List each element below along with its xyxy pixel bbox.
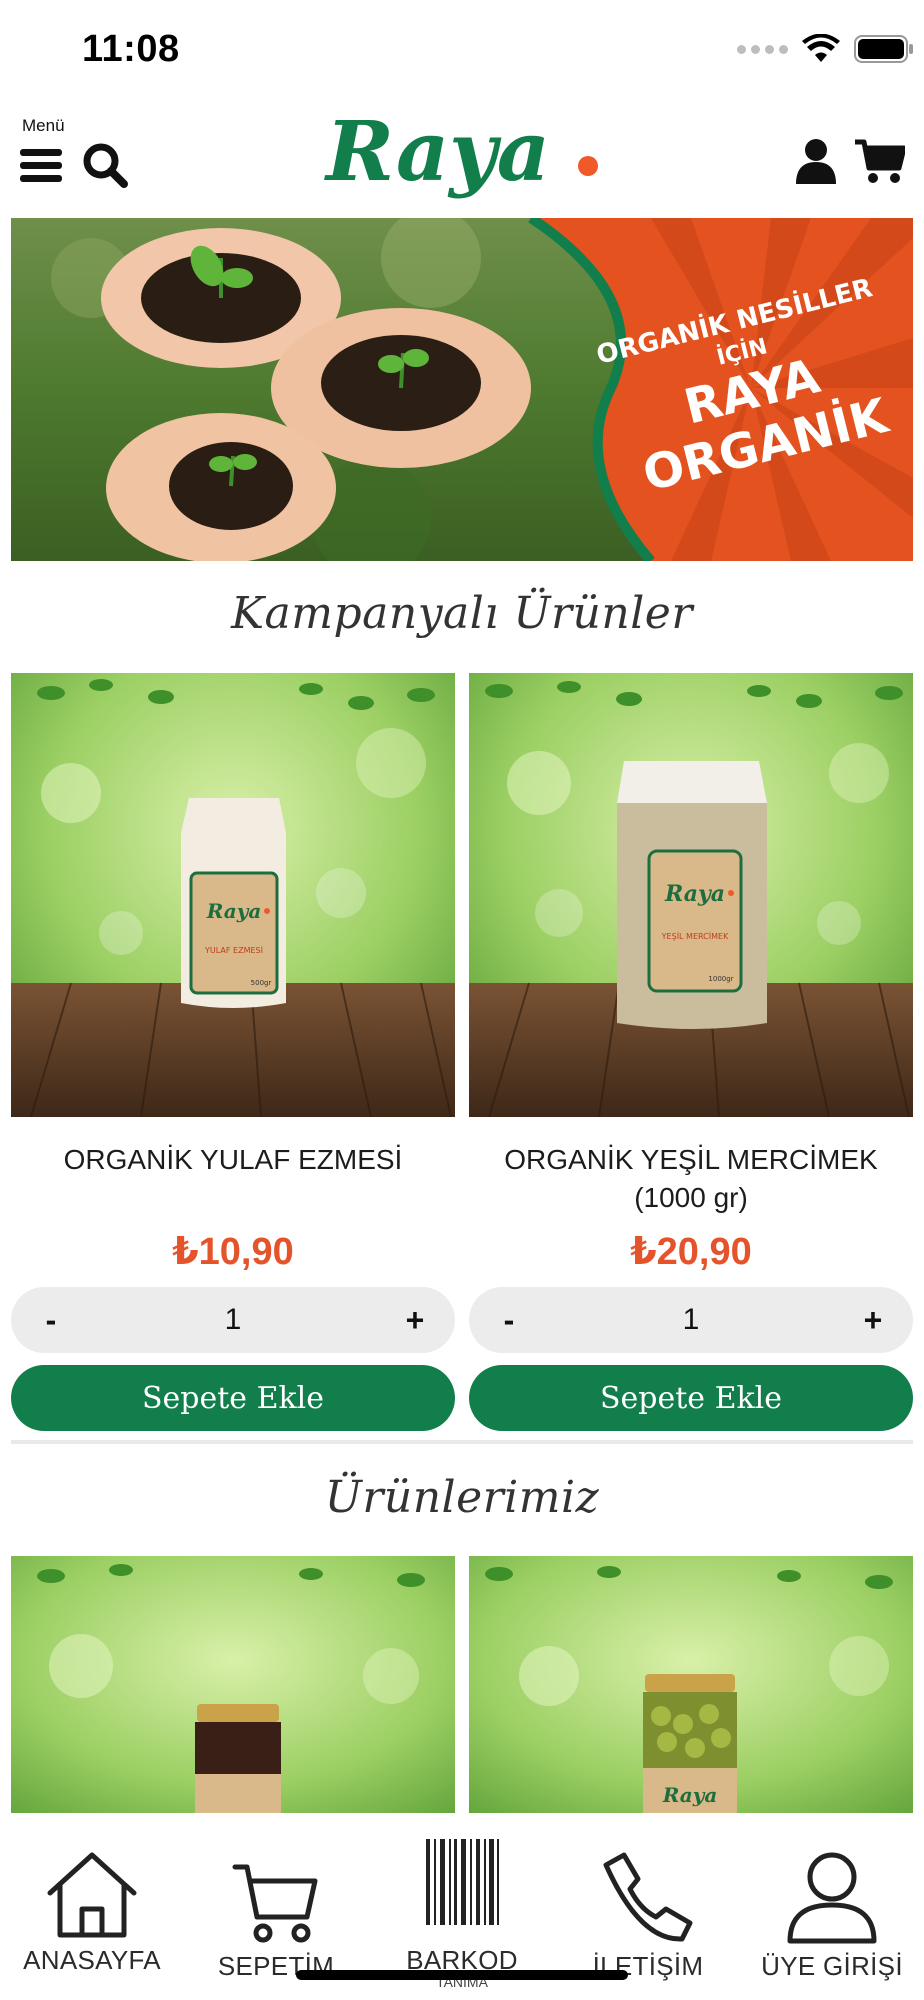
user-icon bbox=[787, 1852, 877, 1944]
add-to-cart-button[interactable]: Sepete Ekle bbox=[469, 1365, 913, 1431]
quantity-value[interactable]: 1 bbox=[71, 1303, 395, 1337]
svg-text:1000gr: 1000gr bbox=[708, 975, 733, 983]
svg-text:YEŞİL MERCİMEK: YEŞİL MERCİMEK bbox=[661, 931, 729, 941]
tab-cart[interactable]: SEPETİM bbox=[184, 1859, 368, 1982]
product-card[interactable] bbox=[11, 1556, 455, 1816]
quantity-stepper: - 1 + bbox=[11, 1287, 455, 1353]
signal-icon bbox=[737, 44, 788, 54]
status-bar: 11:08 bbox=[0, 0, 924, 100]
product-name[interactable]: ORGANİK YEŞİL MERCİMEK (1000 gr) bbox=[469, 1141, 913, 1223]
menu-label: Menü bbox=[22, 116, 65, 135]
svg-text:YULAF EZMESİ: YULAF EZMESİ bbox=[204, 945, 263, 955]
svg-text:500gr: 500gr bbox=[251, 979, 272, 987]
svg-text:Raya: Raya bbox=[664, 881, 725, 907]
increase-quantity-button[interactable]: + bbox=[853, 1302, 893, 1339]
status-time: 11:08 bbox=[82, 28, 180, 70]
tab-home[interactable]: ANASAYFA bbox=[0, 1849, 184, 1976]
battery-icon bbox=[854, 35, 913, 63]
header: Menü Raya bbox=[0, 100, 924, 212]
product-image[interactable]: Raya YULAF EZMESİ 500gr bbox=[11, 673, 455, 1117]
product-price: ₺20,90 bbox=[630, 1231, 752, 1273]
section-divider bbox=[11, 1440, 913, 1444]
user-icon[interactable] bbox=[796, 138, 836, 184]
tab-barcode[interactable]: BARKOD TANIMA bbox=[370, 1839, 554, 1990]
wifi-icon bbox=[802, 34, 840, 62]
banner-image: ORGANİK NESİLLER İÇİN RAYA ORGANİK bbox=[11, 218, 913, 561]
hero-banner[interactable]: ORGANİK NESİLLER İÇİN RAYA ORGANİK bbox=[11, 218, 913, 561]
search-icon[interactable] bbox=[82, 142, 128, 188]
tab-contact[interactable]: İLETİŞİM bbox=[556, 1849, 740, 1982]
cart-icon bbox=[232, 1864, 318, 1943]
add-to-cart-button[interactable]: Sepete Ekle bbox=[11, 1365, 455, 1431]
products-section-title: Ürünlerimiz bbox=[324, 1472, 600, 1523]
product-card: Raya YEŞİL MERCİMEK 1000gr ORGANİK YEŞİL… bbox=[469, 673, 913, 1431]
cart-icon[interactable] bbox=[855, 138, 905, 184]
decrease-quantity-button[interactable]: - bbox=[31, 1302, 71, 1339]
quantity-stepper: - 1 + bbox=[469, 1287, 913, 1353]
barcode-icon bbox=[426, 1839, 499, 1925]
product-card: Raya YULAF EZMESİ 500gr ORGANİK YULAF EZ… bbox=[11, 673, 455, 1431]
tab-home-label: ANASAYFA bbox=[23, 1945, 161, 1975]
product-card[interactable]: Raya bbox=[469, 1556, 913, 1816]
phone-icon bbox=[603, 1852, 693, 1942]
tab-member-login-label: ÜYE GİRİŞİ bbox=[761, 1951, 903, 1981]
product-image: Raya bbox=[469, 1556, 913, 1816]
raya-logo[interactable]: Raya bbox=[318, 100, 608, 212]
svg-text:Raya: Raya bbox=[324, 104, 550, 200]
product-image bbox=[11, 1556, 455, 1816]
tab-member-login[interactable]: ÜYE GİRİŞİ bbox=[740, 1849, 924, 1982]
campaign-section-title: Kampanyalı Ürünler bbox=[231, 588, 693, 639]
home-icon bbox=[47, 1852, 137, 1938]
decrease-quantity-button[interactable]: - bbox=[489, 1302, 529, 1339]
menu-icon[interactable] bbox=[20, 146, 62, 186]
svg-text:Raya: Raya bbox=[662, 1783, 718, 1807]
home-indicator bbox=[296, 1970, 628, 1980]
product-name[interactable]: ORGANİK YULAF EZMESİ bbox=[11, 1141, 455, 1223]
product-price: ₺10,90 bbox=[172, 1231, 294, 1273]
product-image[interactable]: Raya YEŞİL MERCİMEK 1000gr bbox=[469, 673, 913, 1117]
svg-text:Raya: Raya bbox=[206, 899, 262, 923]
increase-quantity-button[interactable]: + bbox=[395, 1302, 435, 1339]
quantity-value[interactable]: 1 bbox=[529, 1303, 853, 1337]
status-icons bbox=[737, 32, 914, 66]
